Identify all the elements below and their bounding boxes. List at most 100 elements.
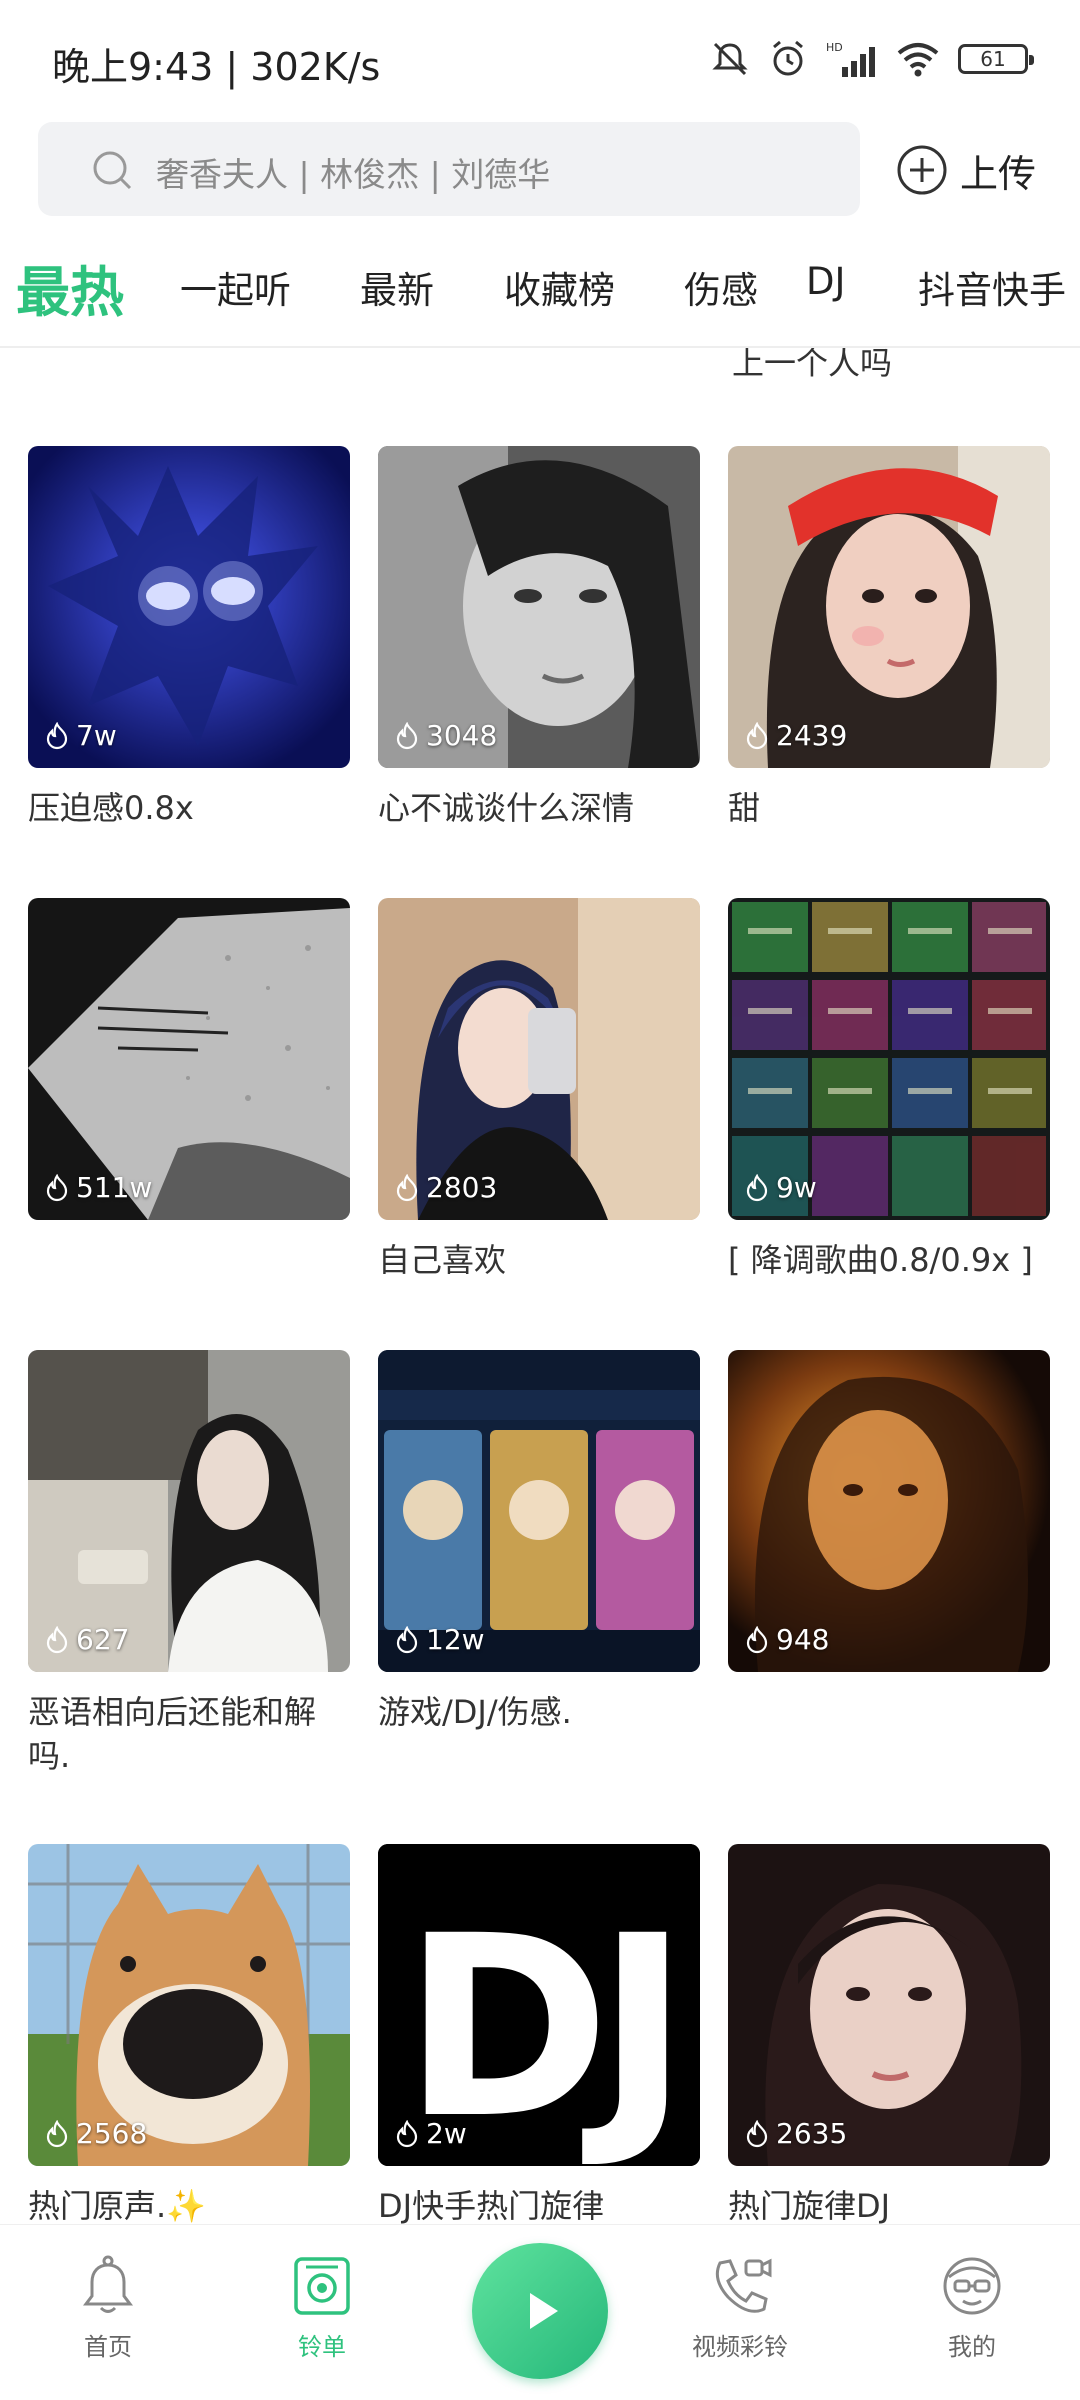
heat-count: 627 xyxy=(44,1623,129,1656)
search-input[interactable]: 奢香夫人 | 林俊杰 | 刘德华 xyxy=(38,122,860,216)
heat-count: 2803 xyxy=(394,1171,497,1204)
portrait-icon: 948 xyxy=(728,1350,1050,1672)
fire-icon xyxy=(46,1173,68,1201)
nav-home[interactable]: 首页 xyxy=(48,2255,168,2362)
partial-card-title: 上一个人吗 xyxy=(732,348,893,382)
portrait-icon: 2635 xyxy=(728,1844,1050,2166)
tab-listen-together[interactable]: 一起听 xyxy=(180,260,291,314)
heat-value: 9w xyxy=(776,1171,817,1204)
fire-icon xyxy=(396,1625,418,1653)
heat-value: 511w xyxy=(76,1171,153,1204)
alarm-icon xyxy=(773,40,803,76)
playlist-card[interactable]: 627 恶语相向后还能和解吗. xyxy=(28,1350,350,1778)
tab-favorites[interactable]: 收藏榜 xyxy=(504,260,615,314)
portrait-icon: 3048 xyxy=(378,446,700,768)
fire-icon xyxy=(746,721,768,749)
bottom-nav: 首页 铃单 视频彩铃 我的 xyxy=(0,2224,1080,2400)
heat-value: 627 xyxy=(76,1623,130,1656)
portrait-icon: 2439 xyxy=(728,446,1050,768)
tab-dj[interactable]: DJ xyxy=(806,260,845,303)
ringlist-icon xyxy=(294,2257,350,2315)
playlist-card[interactable]: 948 xyxy=(728,1350,1050,1690)
fire-icon xyxy=(746,2119,768,2147)
heat-count: 2568 xyxy=(44,2117,147,2150)
fire-icon xyxy=(746,1173,768,1201)
tab-douyin-kuaishou[interactable]: 抖音快手 xyxy=(918,260,1066,314)
music-grid-icon: 9w xyxy=(728,898,1050,1220)
heat-value: 2439 xyxy=(776,719,848,752)
playlist-card[interactable]: DJ 2w DJ快手热门旋律 xyxy=(378,1844,700,2224)
heat-count: 511w xyxy=(44,1171,152,1204)
tab-sad[interactable]: 伤感 xyxy=(684,260,758,314)
fire-icon xyxy=(396,1173,418,1201)
playlist-card[interactable]: 511w xyxy=(28,898,350,1238)
battery-icon: 61 xyxy=(958,44,1034,74)
dog-icon: 2568 xyxy=(28,1844,350,2166)
upload-label: 上传 xyxy=(960,151,1037,196)
heat-value: 948 xyxy=(776,1623,830,1656)
nav-label: 首页 xyxy=(84,2333,132,2361)
playlist-card[interactable]: 12w 游戏/DJ/伤感. xyxy=(378,1350,700,1734)
playlist-card[interactable]: 2568 热门原声.✨ xyxy=(28,1844,350,2224)
heat-value: 2w xyxy=(426,2117,467,2150)
rainy-window-icon: 511w xyxy=(28,898,350,1220)
playlist-title: 热门旋律DJ xyxy=(728,2187,891,2224)
nav-label: 视频彩铃 xyxy=(692,2333,788,2361)
tab-hottest[interactable]: 最热 xyxy=(16,248,124,327)
playlist-title: 游戏/DJ/伤感. xyxy=(378,1693,572,1731)
playlist-card[interactable]: 2803 自己喜欢 xyxy=(378,898,700,1282)
status-time: 晚上9:43 | 302K/s xyxy=(52,45,381,89)
playlist-title: [ 降调歌曲0.8/0.9x ] xyxy=(728,1241,1033,1279)
playlist-card[interactable]: 9w [ 降调歌曲0.8/0.9x ] xyxy=(728,898,1050,1282)
nav-video-ringtone[interactable]: 视频彩铃 xyxy=(680,2255,800,2362)
playlist-card[interactable]: 2439 甜 xyxy=(728,446,1050,830)
game-heroes-icon: 12w xyxy=(378,1350,700,1672)
nav-label: 铃单 xyxy=(298,2333,346,2361)
network-label: HD xyxy=(826,41,843,54)
fire-icon xyxy=(396,2119,418,2147)
heat-count: 2635 xyxy=(744,2117,847,2150)
wifi-icon xyxy=(897,43,939,77)
anime-boy-icon: 7w xyxy=(28,446,350,768)
playlist-title: 热门原声.✨ xyxy=(28,2187,207,2224)
search-placeholder: 奢香夫人 | 林俊杰 | 刘德华 xyxy=(156,155,551,194)
category-tabs: 最热 一起听 最新 收藏榜 伤感 DJ 抖音快手 xyxy=(0,236,1080,346)
heat-count: 9w xyxy=(744,1171,817,1204)
signal-icon: HD xyxy=(826,41,875,77)
playlist-card[interactable]: 2635 热门旋律DJ xyxy=(728,1844,1050,2224)
battery-level: 61 xyxy=(980,47,1006,71)
profile-icon xyxy=(943,2257,1001,2315)
tab-newest[interactable]: 最新 xyxy=(360,260,434,314)
play-button[interactable] xyxy=(472,2243,608,2379)
fire-icon xyxy=(46,721,68,749)
heat-count: 2w xyxy=(394,2117,467,2150)
bell-icon xyxy=(83,2255,133,2313)
nav-label: 我的 xyxy=(948,2333,996,2361)
heat-count: 7w xyxy=(44,719,117,752)
heat-value: 12w xyxy=(426,1623,485,1656)
playlist-title: 压迫感0.8x xyxy=(28,789,194,827)
upload-button[interactable]: 上传 xyxy=(896,140,1036,200)
playlist-card[interactable]: 7w 压迫感0.8x xyxy=(28,446,350,830)
playlist-card[interactable]: 3048 心不诚谈什么深情 xyxy=(378,446,700,830)
playlist-title: 恶语相向后还能和解吗. xyxy=(28,1693,317,1775)
add-circle-icon xyxy=(897,145,947,195)
fire-icon xyxy=(46,1625,68,1653)
heat-count: 948 xyxy=(744,1623,829,1656)
play-icon xyxy=(530,2293,558,2329)
heat-value: 2568 xyxy=(76,2117,148,2150)
portrait-icon: 627 xyxy=(28,1350,350,1672)
nav-profile[interactable]: 我的 xyxy=(912,2255,1032,2362)
status-bar: 晚上9:43 | 302K/s HD 61 xyxy=(0,0,1080,120)
status-icons: HD 61 xyxy=(710,36,1034,82)
search-row: 奢香夫人 | 林俊杰 | 刘德华 上传 xyxy=(0,122,1080,218)
playlist-grid[interactable]: 上一个人吗 7w 压迫感0.8x 3048 心不诚谈什么深情 2439 甜 51… xyxy=(0,348,1080,2224)
fire-icon xyxy=(396,721,418,749)
heat-count: 3048 xyxy=(394,719,497,752)
selfie-icon: 2803 xyxy=(378,898,700,1220)
fire-icon xyxy=(46,2119,68,2147)
nav-ringlist[interactable]: 铃单 xyxy=(262,2255,382,2362)
fire-icon xyxy=(746,1625,768,1653)
video-call-icon xyxy=(715,2258,772,2313)
heat-value: 2635 xyxy=(776,2117,848,2150)
